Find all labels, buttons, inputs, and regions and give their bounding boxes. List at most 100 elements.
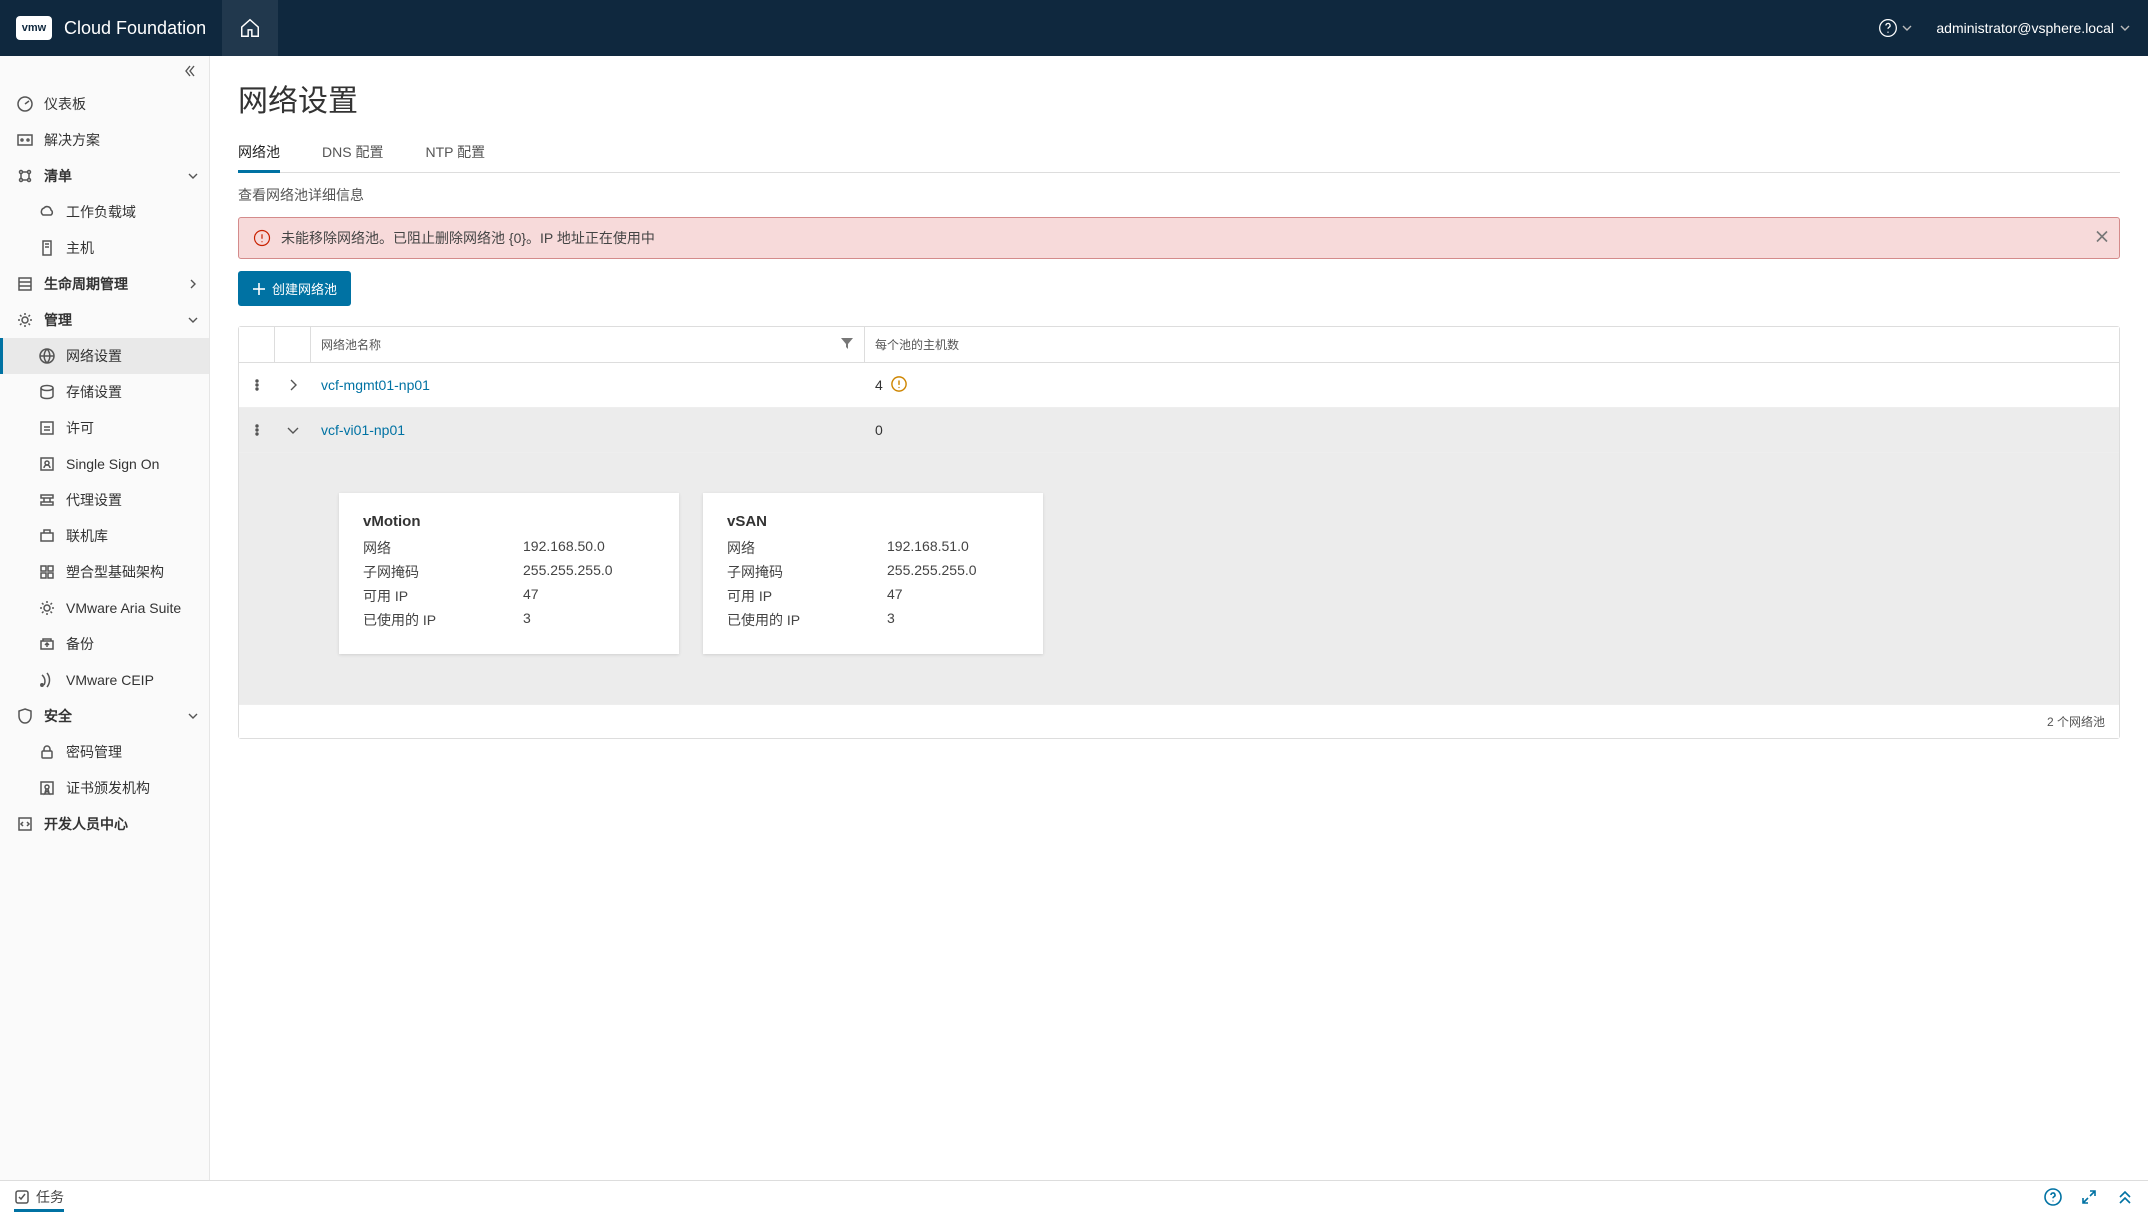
- license-icon: [38, 419, 56, 437]
- sidebar-collapse-button[interactable]: [0, 56, 209, 86]
- alert-text: 未能移除网络池。已阻止删除网络池 {0}。IP 地址正在使用中: [281, 228, 655, 248]
- sidebar-item-dashboard[interactable]: 仪表板: [0, 86, 209, 122]
- sidebar-item-pwdmgmt[interactable]: 密码管理: [0, 734, 209, 770]
- pwdmgmt-icon: [38, 743, 56, 761]
- bottombar-actions: [2044, 1188, 2134, 1206]
- sidebar-item-label: VMware Aria Suite: [66, 600, 181, 616]
- network-pool-table: 网络池名称 每个池的主机数 vcf-mgmt01-np01 4 vcf-vi01-n…: [238, 326, 2120, 739]
- col-expand: [275, 327, 311, 362]
- sidebar-item-aria[interactable]: VMware Aria Suite: [0, 590, 209, 626]
- sidebar-item-label: 证书颁发机构: [66, 778, 150, 798]
- help-icon: [1878, 18, 1898, 38]
- table-row: vcf-vi01-np01 0: [239, 408, 2119, 453]
- host-count: 0: [875, 422, 883, 438]
- create-btn-label: 创建网络池: [272, 279, 337, 298]
- network-pool-link[interactable]: vcf-vi01-np01: [321, 422, 405, 438]
- table-header: 网络池名称 每个池的主机数: [239, 327, 2119, 363]
- sidebar-item-onlinelib[interactable]: 联机库: [0, 518, 209, 554]
- tasks-icon: [14, 1189, 30, 1205]
- chevron-down-icon: [286, 423, 300, 437]
- tabs: 网络池 DNS 配置 NTP 配置: [238, 134, 2120, 173]
- topbar: vmw Cloud Foundation administrator@vsphe…: [0, 0, 2148, 56]
- user-menu-button[interactable]: administrator@vsphere.local: [1936, 20, 2130, 36]
- kv-value: 3: [523, 610, 531, 630]
- sidebar-item-sso[interactable]: Single Sign On: [0, 446, 209, 482]
- sidebar-item-workload[interactable]: 工作负载域: [0, 194, 209, 230]
- row-actions-button[interactable]: [239, 363, 275, 407]
- sidebar-item-network[interactable]: 网络设置: [0, 338, 209, 374]
- host-count: 4: [875, 377, 883, 393]
- sidebar-item-security[interactable]: 安全: [0, 698, 209, 734]
- tab-ntp[interactable]: NTP 配置: [425, 134, 485, 172]
- chevron-down-icon: [187, 710, 199, 722]
- row-expand-button[interactable]: [275, 363, 311, 407]
- sidebar-item-storage[interactable]: 存储设置: [0, 374, 209, 410]
- sidebar-item-certs[interactable]: 证书颁发机构: [0, 770, 209, 806]
- expand-icon[interactable]: [2080, 1188, 2098, 1206]
- row-actions-button[interactable]: [239, 408, 275, 452]
- table-footer: 2 个网络池: [239, 705, 2119, 738]
- topbar-right: administrator@vsphere.local: [1878, 18, 2148, 38]
- chevron-right-icon: [187, 278, 199, 290]
- kv-value: 255.255.255.0: [887, 562, 977, 582]
- alert-close-button[interactable]: [2095, 230, 2109, 247]
- sidebar-item-lcm[interactable]: 生命周期管理: [0, 266, 209, 302]
- kv-label: 子网掩码: [727, 562, 887, 582]
- chevron-down-icon: [187, 170, 199, 182]
- help-button[interactable]: [1878, 18, 1912, 38]
- error-icon: [253, 229, 271, 247]
- sidebar-item-label: 存储设置: [66, 382, 122, 402]
- error-alert: 未能移除网络池。已阻止删除网络池 {0}。IP 地址正在使用中: [238, 217, 2120, 259]
- detail-card: vSAN网络192.168.51.0子网掩码255.255.255.0可用 IP…: [703, 493, 1043, 654]
- chevron-down-icon: [1902, 23, 1912, 33]
- storage-icon: [38, 383, 56, 401]
- sidebar-item-solutions[interactable]: 解决方案: [0, 122, 209, 158]
- main-shell: 仪表板解决方案清单工作负载域主机生命周期管理管理网络设置存储设置许可 Single…: [0, 56, 2148, 1180]
- sidebar-item-label: 代理设置: [66, 490, 122, 510]
- col-name[interactable]: 网络池名称: [311, 327, 865, 362]
- security-icon: [16, 707, 34, 725]
- sidebar-item-proxy[interactable]: 代理设置: [0, 482, 209, 518]
- collapse-icon: [181, 63, 197, 79]
- sidebar-item-composable[interactable]: 塑合型基础架构: [0, 554, 209, 590]
- sidebar-item-backup[interactable]: 备份: [0, 626, 209, 662]
- network-pool-link[interactable]: vcf-mgmt01-np01: [321, 377, 430, 393]
- home-button[interactable]: [222, 0, 278, 56]
- sidebar-item-ceip[interactable]: VMware CEIP: [0, 662, 209, 698]
- sidebar-item-license[interactable]: 许可: [0, 410, 209, 446]
- help-bottom-icon[interactable]: [2044, 1188, 2062, 1206]
- close-icon: [2095, 230, 2109, 244]
- col-hosts-label: 每个池的主机数: [875, 336, 959, 353]
- nav: 仪表板解决方案清单工作负载域主机生命周期管理管理网络设置存储设置许可 Single…: [0, 86, 209, 1180]
- sidebar-item-label: 生命周期管理: [44, 274, 128, 294]
- row-expand-button[interactable]: [275, 408, 311, 452]
- sidebar-item-inventory[interactable]: 清单: [0, 158, 209, 194]
- plus-icon: [252, 282, 266, 296]
- kebab-icon: [250, 423, 264, 437]
- sidebar-item-label: Single Sign On: [66, 456, 159, 472]
- sidebar-item-admin[interactable]: 管理: [0, 302, 209, 338]
- sidebar-item-label: 解决方案: [44, 130, 100, 150]
- tab-pool[interactable]: 网络池: [238, 134, 280, 172]
- solutions-icon: [16, 131, 34, 149]
- info-icon[interactable]: [891, 376, 907, 395]
- sidebar-item-hosts[interactable]: 主机: [0, 230, 209, 266]
- lcm-icon: [16, 275, 34, 293]
- collapse-up-icon[interactable]: [2116, 1188, 2134, 1206]
- create-network-pool-button[interactable]: 创建网络池: [238, 271, 351, 306]
- col-hosts[interactable]: 每个池的主机数: [865, 327, 2119, 362]
- tasks-tab[interactable]: 任务: [14, 1181, 64, 1212]
- home-icon: [239, 17, 261, 39]
- kv-value: 255.255.255.0: [523, 562, 613, 582]
- tab-dns[interactable]: DNS 配置: [322, 134, 383, 172]
- vmware-logo: vmw: [16, 16, 52, 40]
- sidebar-item-label: 许可: [66, 418, 94, 438]
- kv-value: 192.168.50.0: [523, 538, 605, 558]
- sidebar-item-devcenter[interactable]: 开发人员中心: [0, 806, 209, 842]
- kv-value: 192.168.51.0: [887, 538, 969, 558]
- filter-button[interactable]: [840, 336, 854, 353]
- sidebar-item-label: 塑合型基础架构: [66, 562, 164, 582]
- aria-icon: [38, 599, 56, 617]
- admin-icon: [16, 311, 34, 329]
- kv-label: 可用 IP: [727, 586, 887, 606]
